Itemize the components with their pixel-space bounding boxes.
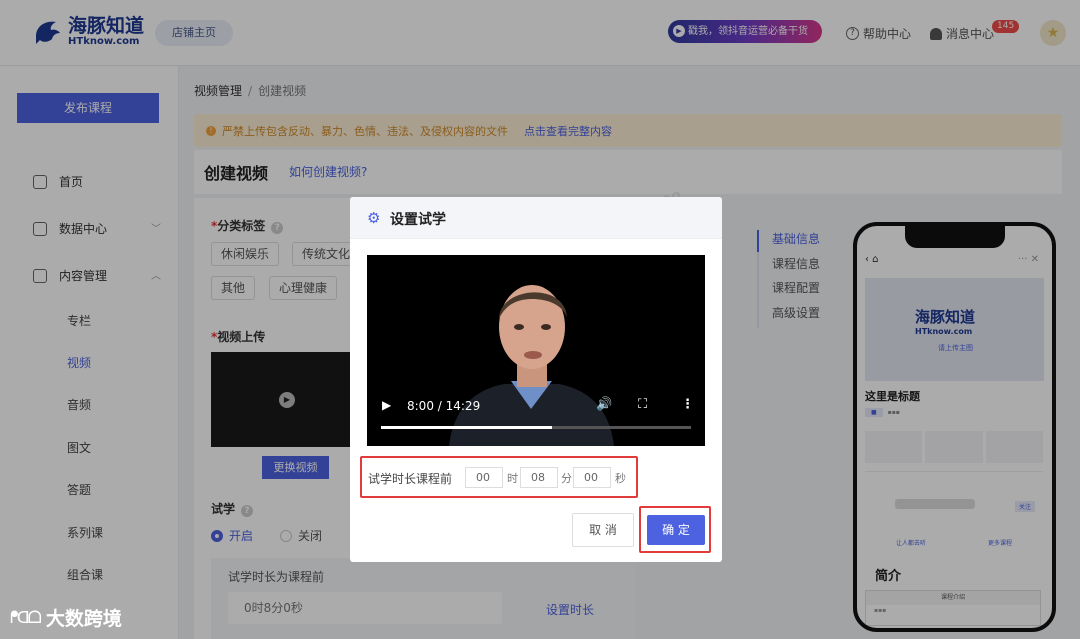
seconds-input[interactable]: 00 bbox=[573, 467, 611, 488]
fullscreen-icon[interactable]: ⛶ bbox=[638, 397, 647, 412]
confirm-button[interactable]: 确 定 bbox=[647, 515, 705, 545]
trial-duration-row: 试学时长课程前 00 时 08 分 00 秒 bbox=[360, 456, 638, 498]
more-options-icon[interactable]: ⋮ bbox=[681, 397, 694, 412]
gear-icon: ⚙ bbox=[367, 209, 381, 227]
hours-unit: 时 bbox=[507, 472, 518, 485]
video-player[interactable]: ▶ 8:00 / 14:29 🔊 ⛶ ⋮ bbox=[367, 255, 705, 446]
trial-settings-dialog: ⚙ 设置试学 ▶ 8:00 / 14:29 🔊 ⛶ ⋮ 试学时长课程前 00 时… bbox=[350, 197, 722, 562]
cancel-button[interactable]: 取 消 bbox=[572, 513, 634, 547]
minutes-unit: 分 bbox=[561, 472, 572, 485]
seconds-unit: 秒 bbox=[615, 472, 626, 485]
watermark-logo-icon: ᖰᗡᗝ bbox=[10, 607, 42, 628]
trial-duration-label: 试学时长课程前 bbox=[368, 472, 453, 486]
hours-input[interactable]: 00 bbox=[465, 467, 503, 488]
volume-icon[interactable]: 🔊 bbox=[596, 397, 612, 412]
confirm-highlight: 确 定 bbox=[639, 506, 711, 553]
minutes-input[interactable]: 08 bbox=[520, 467, 558, 488]
play-icon[interactable]: ▶ bbox=[382, 398, 391, 412]
video-controls: ▶ 8:00 / 14:29 🔊 ⛶ ⋮ bbox=[367, 393, 705, 421]
dialog-title: 设置试学 bbox=[390, 212, 446, 228]
dialog-header: ⚙ 设置试学 bbox=[350, 197, 722, 239]
footer-watermark: ᖰᗡᗝ 大数跨境 bbox=[10, 604, 122, 631]
video-time: 8:00 / 14:29 bbox=[407, 399, 481, 413]
watermark-text: 大数跨境 bbox=[45, 608, 122, 630]
video-progress-track[interactable] bbox=[381, 426, 691, 429]
video-progress-fill bbox=[381, 426, 552, 429]
